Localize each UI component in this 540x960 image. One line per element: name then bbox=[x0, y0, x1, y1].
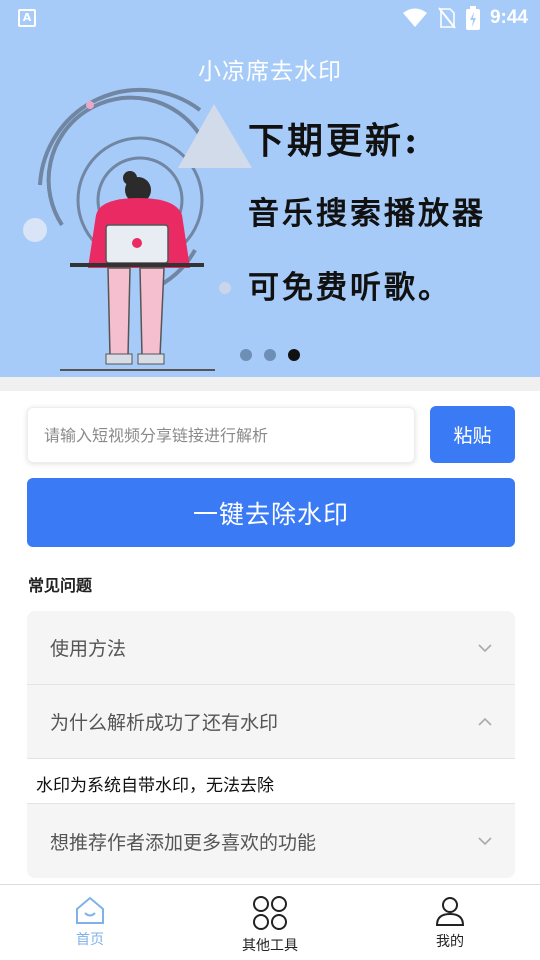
share-link-input[interactable] bbox=[27, 407, 415, 463]
nav-label: 首页 bbox=[76, 932, 104, 948]
status-bar: A 9:44 bbox=[0, 0, 540, 36]
status-time: 9:44 bbox=[489, 7, 528, 28]
banner-line-1: 下期更新: bbox=[248, 120, 421, 162]
faq-question: 为什么解析成功了还有水印 bbox=[50, 712, 279, 734]
faq-item-watermark-remaining[interactable]: 为什么解析成功了还有水印 bbox=[27, 685, 515, 759]
banner-line-3: 可免费听歌。 bbox=[248, 270, 452, 306]
faq-answer: 水印为系统自带水印，无法去除 bbox=[27, 759, 515, 804]
wifi-icon bbox=[402, 8, 427, 27]
tools-icon bbox=[253, 896, 287, 930]
faq-item-usage[interactable]: 使用方法 bbox=[27, 611, 515, 685]
section-divider bbox=[0, 377, 540, 391]
user-icon bbox=[435, 897, 465, 926]
carousel-dot[interactable] bbox=[240, 349, 252, 361]
chevron-down-icon bbox=[478, 643, 492, 652]
header-banner: A 9:44 小凉席去水印 下期更新: 音乐搜索播放器 可免费听歌。 bbox=[0, 0, 540, 377]
status-icons: 9:44 bbox=[402, 4, 528, 32]
faq-title: 常见问题 bbox=[28, 576, 93, 595]
faq-question: 想推荐作者添加更多喜欢的功能 bbox=[50, 831, 317, 854]
remove-watermark-button[interactable]: 一键去除水印 bbox=[27, 478, 515, 547]
no-sim-icon bbox=[438, 7, 456, 29]
nav-label: 其他工具 bbox=[242, 938, 298, 954]
carousel-dot[interactable] bbox=[264, 349, 276, 361]
nav-item-tools[interactable]: 其他工具 bbox=[180, 885, 360, 960]
banner-line-2: 音乐搜索播放器 bbox=[248, 196, 486, 232]
faq-question: 使用方法 bbox=[50, 638, 127, 660]
bottom-nav: 首页 其他工具 我的 bbox=[0, 884, 540, 960]
carousel-dot-active[interactable] bbox=[288, 349, 300, 361]
home-icon bbox=[76, 896, 104, 924]
battery-charging-icon bbox=[465, 6, 480, 30]
person-figure bbox=[60, 171, 215, 371]
nav-label: 我的 bbox=[436, 934, 464, 950]
app-notification-icon: A bbox=[18, 9, 36, 27]
chevron-down-icon bbox=[478, 837, 492, 846]
carousel-indicator bbox=[240, 349, 300, 361]
paste-button[interactable]: 粘贴 bbox=[430, 406, 515, 463]
faq-list: 使用方法 为什么解析成功了还有水印 水印为系统自带水印，无法去除 想推荐作者添加… bbox=[27, 611, 515, 878]
nav-item-home[interactable]: 首页 bbox=[0, 885, 180, 960]
chevron-up-icon bbox=[478, 717, 492, 726]
faq-item-feature-request[interactable]: 想推荐作者添加更多喜欢的功能 bbox=[27, 804, 515, 878]
nav-item-profile[interactable]: 我的 bbox=[360, 885, 540, 960]
